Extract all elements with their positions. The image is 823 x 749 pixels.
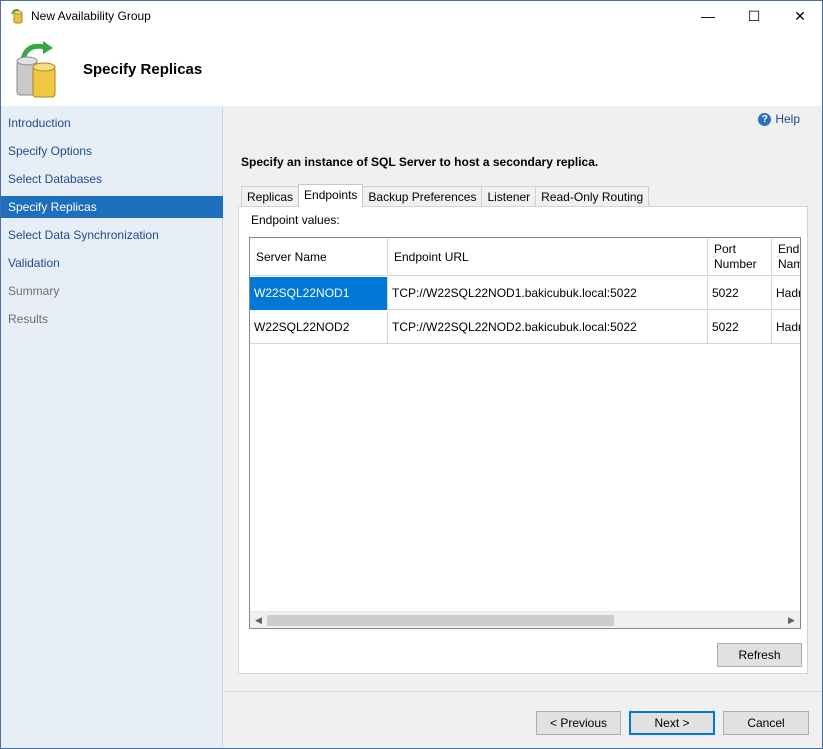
help-icon: ? bbox=[758, 112, 772, 126]
title-bar: New Availability Group — ☐ ✕ bbox=[1, 1, 822, 31]
scroll-left-icon[interactable]: ◀ bbox=[250, 612, 267, 628]
nav-item-specify-replicas[interactable]: Specify Replicas bbox=[1, 196, 223, 218]
column-header-endpoint-name[interactable]: Endpoint Name bbox=[772, 238, 800, 276]
tab-backup-preferences[interactable]: Backup Preferences bbox=[362, 186, 483, 207]
table-row[interactable]: W22SQL22NOD2 TCP://W22SQL22NOD2.bakicubu… bbox=[250, 311, 800, 344]
column-header-endpoint-url[interactable]: Endpoint URL bbox=[388, 238, 708, 276]
cell-endpoint-name[interactable]: Hadr_endpoint bbox=[772, 277, 800, 310]
cell-endpoint-url[interactable]: TCP://W22SQL22NOD2.bakicubuk.local:5022 bbox=[388, 311, 708, 344]
close-button[interactable]: ✕ bbox=[777, 1, 823, 31]
footer-divider bbox=[224, 691, 822, 692]
window-title: New Availability Group bbox=[31, 9, 151, 23]
help-label: Help bbox=[775, 112, 800, 126]
minimize-button[interactable]: — bbox=[685, 1, 731, 31]
cell-endpoint-name[interactable]: Hadr_endpoint bbox=[772, 311, 800, 344]
endpoints-panel: Endpoint values: Server Name Endpoint UR… bbox=[238, 206, 808, 674]
grid-header: Server Name Endpoint URL Port Number End… bbox=[250, 238, 800, 276]
tab-endpoints[interactable]: Endpoints bbox=[298, 184, 364, 207]
nav-item-introduction[interactable]: Introduction bbox=[1, 112, 223, 134]
tab-strip: Replicas Endpoints Backup Preferences Li… bbox=[241, 184, 650, 207]
cell-endpoint-url[interactable]: TCP://W22SQL22NOD1.bakicubuk.local:5022 bbox=[388, 277, 708, 310]
help-link[interactable]: ? Help bbox=[758, 112, 800, 126]
page-header: Specify Replicas bbox=[1, 31, 822, 106]
tab-replicas[interactable]: Replicas bbox=[241, 186, 300, 207]
column-header-server-name[interactable]: Server Name bbox=[250, 238, 388, 276]
endpoint-values-label: Endpoint values: bbox=[251, 213, 340, 227]
nav-item-validation[interactable]: Validation bbox=[1, 252, 223, 274]
page-title: Specify Replicas bbox=[83, 61, 203, 78]
cancel-button[interactable]: Cancel bbox=[723, 711, 809, 735]
endpoints-grid: Server Name Endpoint URL Port Number End… bbox=[249, 237, 801, 629]
database-replica-icon bbox=[16, 41, 56, 98]
tab-read-only-routing[interactable]: Read-Only Routing bbox=[535, 186, 650, 207]
nav-item-specify-options[interactable]: Specify Options bbox=[1, 140, 223, 162]
maximize-button[interactable]: ☐ bbox=[731, 1, 777, 31]
wizard-window: New Availability Group — ☐ ✕ Specify Rep… bbox=[0, 0, 823, 749]
table-row[interactable]: W22SQL22NOD1 TCP://W22SQL22NOD1.bakicubu… bbox=[250, 277, 800, 310]
main-content: ? Help Specify an instance of SQL Server… bbox=[224, 106, 822, 748]
cell-server-name[interactable]: W22SQL22NOD2 bbox=[250, 311, 388, 344]
refresh-button[interactable]: Refresh bbox=[717, 643, 802, 667]
tab-listener[interactable]: Listener bbox=[481, 186, 537, 207]
nav-item-results: Results bbox=[8, 312, 49, 326]
horizontal-scrollbar[interactable]: ◀ ▶ bbox=[250, 611, 800, 628]
instruction-text: Specify an instance of SQL Server to hos… bbox=[241, 155, 599, 169]
cell-server-name[interactable]: W22SQL22NOD1 bbox=[250, 277, 388, 310]
cell-port-number[interactable]: 5022 bbox=[708, 277, 772, 310]
nav-item-select-databases[interactable]: Select Databases bbox=[1, 168, 223, 190]
cell-port-number[interactable]: 5022 bbox=[708, 311, 772, 344]
wizard-nav: Introduction Specify Options Select Data… bbox=[1, 106, 223, 748]
app-icon bbox=[11, 9, 23, 24]
scroll-right-icon[interactable]: ▶ bbox=[783, 612, 800, 628]
nav-item-select-data-synchronization[interactable]: Select Data Synchronization bbox=[1, 224, 223, 246]
previous-button[interactable]: < Previous bbox=[536, 711, 621, 735]
column-header-port-number[interactable]: Port Number bbox=[708, 238, 772, 276]
scroll-thumb[interactable] bbox=[267, 615, 614, 626]
nav-item-summary: Summary bbox=[8, 284, 60, 298]
next-button[interactable]: Next > bbox=[629, 711, 715, 735]
